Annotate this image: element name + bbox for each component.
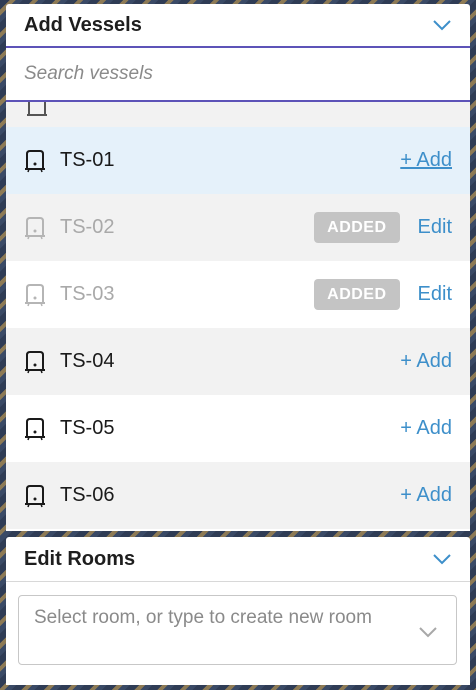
add-vessel-link[interactable]: + Add (400, 350, 452, 373)
list-item[interactable]: TS-05 + Add (6, 395, 470, 462)
panel-title: Edit Rooms (24, 547, 136, 570)
list-item[interactable]: TS-06 + Add (6, 462, 470, 529)
tank-icon (25, 484, 45, 507)
panel-title: Add Vessels (24, 13, 142, 36)
edit-rooms-header[interactable]: Edit Rooms (6, 537, 470, 582)
chevron-down-icon[interactable] (432, 19, 452, 31)
tank-icon (25, 417, 45, 440)
edit-vessel-link[interactable]: Edit (418, 283, 452, 306)
list-item[interactable]: TS-01 + Add (6, 127, 470, 194)
tank-icon (25, 216, 45, 239)
search-box (6, 46, 470, 102)
vessel-list[interactable]: TS-01 + Add TS-02 ADDED Edit TS-03 ADDED… (6, 102, 470, 531)
chevron-down-icon[interactable] (418, 626, 438, 638)
edit-vessel-link[interactable]: Edit (418, 216, 452, 239)
added-badge: ADDED (314, 279, 400, 310)
tank-icon (25, 149, 45, 172)
search-input[interactable] (24, 63, 452, 85)
room-select-placeholder: Select room, or type to create new room (34, 607, 372, 628)
tank-icon (25, 283, 45, 306)
added-badge: ADDED (314, 212, 400, 243)
list-item-partial (6, 102, 470, 127)
vessel-name: TS-06 (60, 484, 115, 506)
add-vessel-link[interactable]: + Add (400, 417, 452, 440)
list-item[interactable]: TS-03 ADDED Edit (6, 261, 470, 328)
vessel-name: TS-01 (60, 149, 115, 171)
vessel-name: TS-02 (60, 216, 115, 238)
tank-icon (25, 350, 45, 373)
vessel-name: TS-05 (60, 417, 115, 439)
add-vessel-link[interactable]: + Add (400, 484, 452, 507)
edit-rooms-panel: Edit Rooms Select room, or type to creat… (6, 537, 470, 685)
chevron-down-icon[interactable] (432, 553, 452, 565)
add-vessels-header[interactable]: Add Vessels (6, 4, 470, 46)
tank-icon (27, 102, 47, 116)
add-vessels-panel: Add Vessels TS-01 + Add TS-02 ADDED Edit… (6, 4, 470, 531)
add-vessel-link[interactable]: + Add (400, 149, 452, 172)
list-item[interactable]: TS-02 ADDED Edit (6, 194, 470, 261)
room-select[interactable]: Select room, or type to create new room (18, 595, 457, 665)
list-item[interactable]: TS-04 + Add (6, 328, 470, 395)
vessel-name: TS-03 (60, 283, 115, 305)
vessel-name: TS-04 (60, 350, 115, 372)
